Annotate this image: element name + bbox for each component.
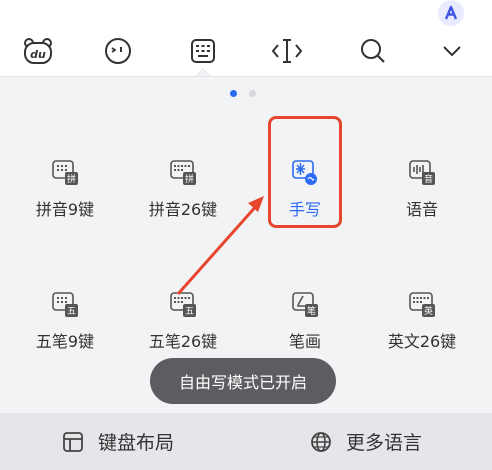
keypad-9-icon: 拼 [51, 158, 79, 186]
svg-text:英: 英 [424, 305, 433, 317]
page-indicator [0, 90, 492, 98]
layout-label: 拼音9键 [35, 200, 95, 219]
layout-wubi-26[interactable]: 五 五笔26键 [128, 290, 238, 360]
svg-text:五: 五 [185, 307, 194, 317]
layout-label: 笔画 [288, 332, 321, 351]
more-languages-label: 更多语言 [346, 432, 423, 454]
annotation-arrow [170, 190, 270, 300]
stroke-icon: 笔 [291, 290, 319, 318]
du-logo-icon[interactable]: du [21, 34, 55, 68]
keyboard-26-icon: 拼 [169, 158, 197, 186]
bottom-bar: 键盘布局 更多语言 [0, 413, 492, 470]
keyboard-26-icon: 英 [408, 290, 436, 318]
keyboard-layout-button[interactable]: 键盘布局 [62, 413, 174, 470]
svg-text:音: 音 [424, 173, 433, 185]
globe-icon [310, 431, 332, 453]
avatar-a-icon [444, 5, 458, 20]
active-tab-caret [196, 68, 210, 76]
page-dot [249, 90, 256, 97]
layout-stroke[interactable]: 笔 笔画 [250, 290, 360, 360]
emoji-face-icon[interactable] [101, 34, 135, 68]
keyboard-layout-label: 键盘布局 [98, 432, 175, 454]
layout-label: 英文26键 [387, 332, 457, 351]
layout-english-26[interactable]: 英 英文26键 [367, 290, 477, 360]
layout-pinyin-9[interactable]: 拼 拼音9键 [10, 158, 120, 228]
svg-text:拼: 拼 [185, 173, 194, 185]
chevron-down-icon[interactable] [435, 34, 469, 68]
cursor-move-icon[interactable] [270, 34, 304, 68]
svg-text:拼: 拼 [67, 173, 76, 185]
layout-panel-icon [62, 431, 84, 453]
account-avatar[interactable] [438, 0, 464, 26]
svg-text:du: du [30, 48, 46, 61]
layout-label: 五笔9键 [35, 332, 95, 351]
page-dot-active [230, 90, 237, 97]
keyboard-icon[interactable] [186, 34, 220, 68]
voice-icon: 音 [408, 158, 436, 186]
more-languages-button[interactable]: 更多语言 [310, 413, 422, 470]
keypad-9-icon: 五 [51, 290, 79, 318]
toast-message: 自由写模式已开启 [150, 358, 336, 404]
selected-layout-highlight [268, 116, 342, 228]
layout-label: 五笔26键 [148, 332, 218, 351]
svg-text:笔: 笔 [307, 305, 316, 317]
layout-label: 语音 [405, 200, 438, 219]
keyboard-toolbar: du [0, 0, 492, 77]
layout-wubi-9[interactable]: 五 五笔9键 [10, 290, 120, 360]
search-icon[interactable] [356, 34, 390, 68]
layout-voice[interactable]: 音 语音 [367, 158, 477, 228]
svg-text:五: 五 [67, 307, 76, 317]
